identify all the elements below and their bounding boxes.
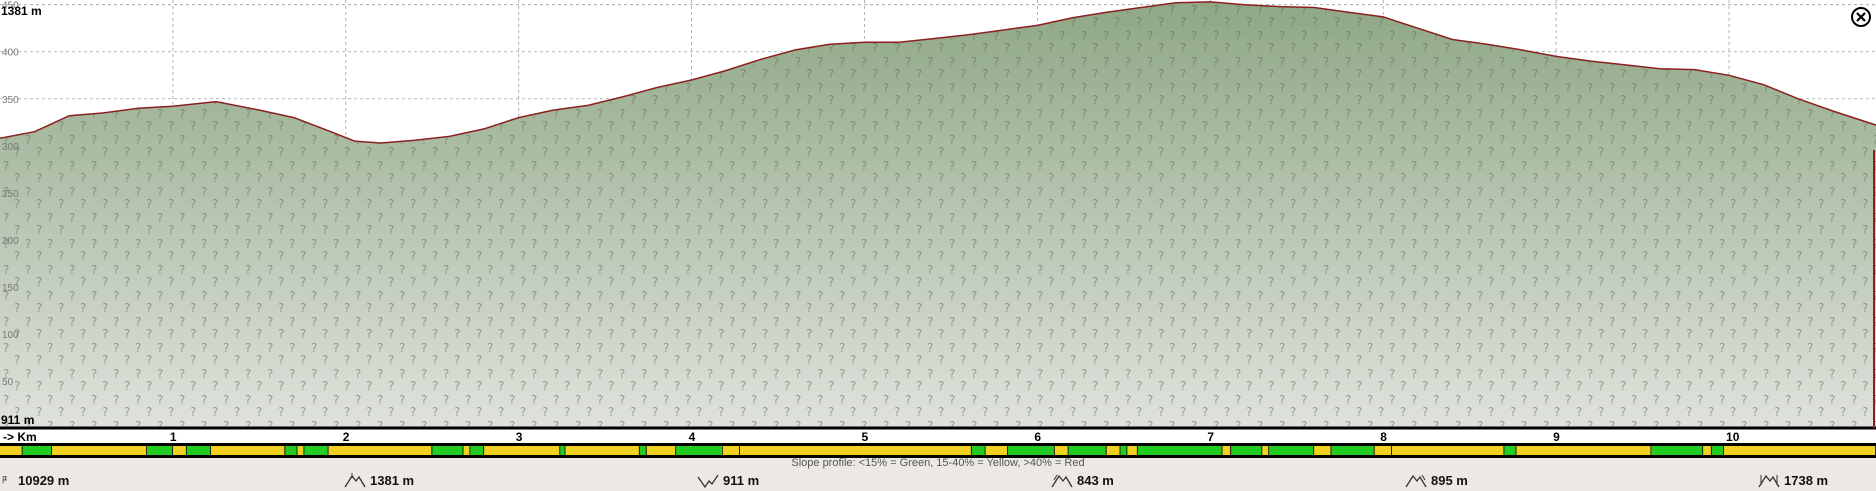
slope-segment-yellow <box>1374 446 1392 455</box>
slope-segment-green <box>432 446 463 455</box>
slope-segment-green <box>1504 446 1516 455</box>
elevation-difference-icon <box>1758 474 1780 488</box>
close-icon[interactable] <box>1850 6 1872 28</box>
distance-icon <box>2 476 8 484</box>
elevation-difference-stat: 1738 m <box>1758 472 1828 488</box>
slope-segment-green <box>22 446 52 455</box>
slope-segment-green <box>1008 446 1054 455</box>
slope-segment-yellow <box>463 446 470 455</box>
y-tick-label: 400 <box>2 48 19 59</box>
max-elevation-stat: 1381 m <box>344 472 414 488</box>
min-elevation-value: 911 m <box>723 472 760 488</box>
slope-segment-green <box>285 446 297 455</box>
x-tick-label: 3 <box>516 430 523 444</box>
slope-segment-yellow <box>51 446 147 455</box>
slope-segment-yellow <box>740 446 971 455</box>
slope-segment-yellow <box>297 446 304 455</box>
y-tick-label: 300 <box>2 142 19 153</box>
slope-segment-yellow <box>1723 446 1876 455</box>
x-tick-label: 5 <box>862 430 869 444</box>
x-tick-label: 9 <box>1553 430 1560 444</box>
slope-segment-yellow <box>1127 446 1137 455</box>
slope-segment-yellow <box>1703 446 1711 455</box>
slope-segment-green <box>1068 446 1106 455</box>
slope-segment-green <box>1711 446 1723 455</box>
x-tick-label: 1 <box>170 430 177 444</box>
min-elevation-stat: 911 m <box>697 472 759 488</box>
descent-stat: 895 m <box>1405 472 1468 488</box>
x-tick-label: 8 <box>1380 430 1387 444</box>
ascent-stat: 843 m <box>1051 472 1114 488</box>
elevation-area-texture <box>0 1 1876 429</box>
y-tick-label: 250 <box>2 189 19 200</box>
slope-segment-green <box>971 446 985 455</box>
max-elevation-value: 1381 m <box>370 472 415 488</box>
slope-segment-green <box>676 446 722 455</box>
elevation-difference-value: 1738 m <box>1784 472 1829 488</box>
slope-segment-yellow <box>565 446 639 455</box>
slope-legend: Slope profile: <15% = Green, 15-40% = Ye… <box>791 457 1085 469</box>
distance-value: 10929 m <box>18 472 70 488</box>
y-axis-ticks: 50100150200250300350400450 <box>2 1 19 388</box>
x-tick-label: 7 <box>1207 430 1214 444</box>
x-axis: -> Km 1 2 3 4 5 6 7 8 9 10 <box>0 430 1876 444</box>
y-tick-label: 150 <box>2 283 19 294</box>
ascent-icon <box>1051 474 1073 488</box>
slope-segment-yellow <box>1262 446 1269 455</box>
slope-segment-yellow <box>210 446 285 455</box>
slope-segment-yellow <box>1222 446 1231 455</box>
slope-segment-green <box>1331 446 1374 455</box>
mountain-max-icon <box>344 473 366 488</box>
x-tick-label: 4 <box>689 430 696 444</box>
slope-segment-yellow <box>172 446 186 455</box>
slope-segment-green <box>1651 446 1703 455</box>
slope-segment-green <box>304 446 328 455</box>
slope-segment-green <box>639 446 646 455</box>
slope-segment-green <box>147 446 173 455</box>
distance-stat: 10929 m <box>2 472 69 488</box>
slope-segment-yellow <box>1391 446 1504 455</box>
y-tick-label: 200 <box>2 236 19 247</box>
slope-segment-yellow <box>1106 446 1120 455</box>
slope-segment-green <box>470 446 484 455</box>
x-axis-unit-label: -> Km <box>3 430 37 444</box>
mountain-min-icon <box>697 474 719 488</box>
slope-segment-green <box>186 446 211 455</box>
slope-segment-yellow <box>1054 446 1068 455</box>
slope-segment-yellow <box>484 446 560 455</box>
slope-segment-yellow <box>722 446 740 455</box>
y-tick-label: 100 <box>2 330 19 341</box>
y-tick-label: 350 <box>2 95 19 106</box>
slope-segment-yellow <box>328 446 432 455</box>
slope-segment-yellow <box>0 446 22 455</box>
x-tick-label: 6 <box>1034 430 1041 444</box>
slope-segment-yellow <box>1516 446 1651 455</box>
slope-segment-green <box>560 446 565 455</box>
slope-segment-green <box>1269 446 1314 455</box>
slope-segment-green <box>1120 446 1127 455</box>
slope-profile-bar <box>0 443 1876 458</box>
x-tick-label: 2 <box>343 430 350 444</box>
elevation-chart: ? ? 50100150200250300350400450 <box>0 0 1876 430</box>
slope-segment-yellow <box>646 446 676 455</box>
min-elevation-label: 911 m <box>1 413 35 427</box>
max-elevation-label: 1381 m <box>1 4 42 18</box>
slope-segment-green <box>1231 446 1262 455</box>
descent-value: 895 m <box>1431 472 1468 488</box>
slope-segment-green <box>1137 446 1222 455</box>
y-tick-label: 50 <box>2 377 14 388</box>
slope-segment-yellow <box>985 446 1008 455</box>
ascent-value: 843 m <box>1077 472 1114 488</box>
descent-icon <box>1405 474 1427 488</box>
x-tick-label: 10 <box>1726 430 1740 444</box>
slope-segment-yellow <box>1314 446 1331 455</box>
